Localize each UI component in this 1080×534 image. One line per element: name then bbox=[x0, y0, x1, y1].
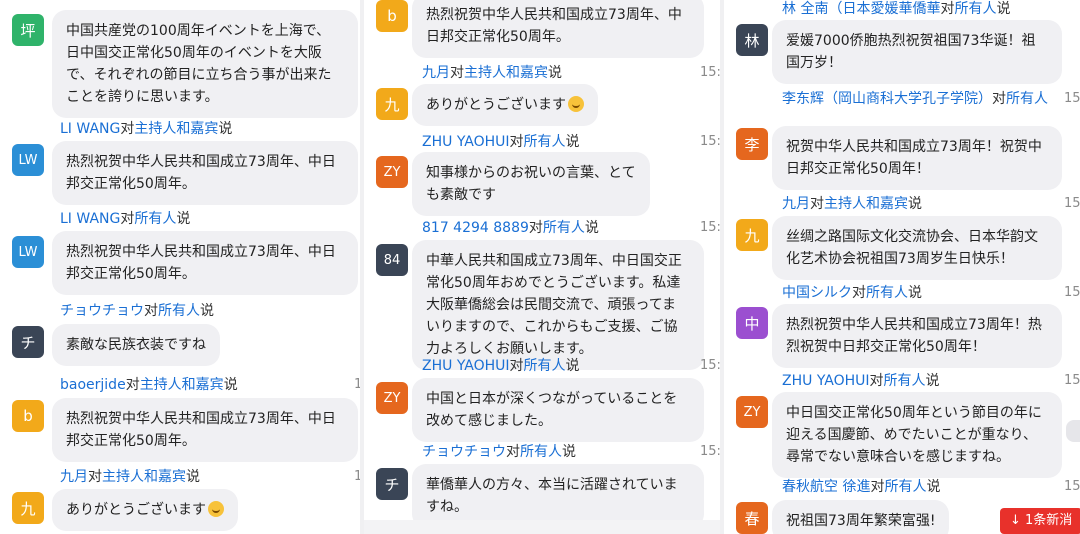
message-bubble: 热烈祝贺中华人民共和国成立73周年！热烈祝贺中日邦交正常化50周年！ bbox=[772, 304, 1062, 368]
message-sender[interactable]: 九月对主持人和嘉宾说 bbox=[422, 64, 562, 82]
message-bubble: 知事様からのお祝いの言葉、とても素敵です bbox=[412, 152, 650, 216]
message-time: 15: bbox=[700, 65, 720, 80]
message-bubble: 祝贺中华人民共和国成立73周年！祝贺中日邦交正常化50周年！ bbox=[772, 126, 1062, 190]
message-bubble: 祝祖国73周年繁荣富强! bbox=[772, 500, 950, 534]
message-sender[interactable]: 817 4294 8889对所有人说 bbox=[422, 219, 599, 237]
avatar: 九 bbox=[376, 88, 408, 120]
message-bubble: 中華人民共和国成立73周年、中日国交正常化50周年おめでとうございます。私達大阪… bbox=[412, 240, 704, 370]
chat-panel-1: 坪 中国共産党の100周年イベントを上海で、日中国交正常化50周年のイベントを大… bbox=[0, 0, 360, 534]
smile-emoji-icon bbox=[568, 96, 584, 112]
avatar: LW bbox=[12, 236, 44, 268]
avatar: b bbox=[376, 0, 408, 32]
message-time: 15: bbox=[700, 444, 720, 459]
message-sender[interactable]: baoerjide对主持人和嘉宾说 bbox=[60, 376, 238, 394]
message-bubble: 中日国交正常化50周年という節目の年に迎える国慶節、めでたいことが重なり、尋常で… bbox=[772, 392, 1062, 478]
partial-next-message bbox=[364, 520, 720, 534]
message-time: 15 bbox=[1064, 373, 1080, 388]
avatar: 84 bbox=[376, 244, 408, 276]
avatar: 林 bbox=[736, 24, 768, 56]
message-sender[interactable]: 九月对主持人和嘉宾说 bbox=[782, 195, 922, 213]
message-sender[interactable]: チョウチョウ对所有人说 bbox=[60, 302, 214, 320]
avatar: チ bbox=[12, 326, 44, 358]
collapse-handle[interactable] bbox=[1066, 420, 1080, 442]
message-time: 15: bbox=[700, 134, 720, 149]
chat-panel-3: 林 全南（日本愛媛華僑華对所有人说 林 爱媛7000侨胞热烈祝贺祖国73华诞！祖… bbox=[724, 0, 1080, 534]
smile-emoji-icon bbox=[208, 501, 224, 517]
message-bubble: 热烈祝贺中华人民共和国成立73周年、中日邦交正常化50周年。 bbox=[52, 141, 358, 205]
message-sender[interactable]: 李东辉（岡山商科大学孔子学院）对所有人 bbox=[782, 90, 1048, 108]
message-sender[interactable]: 中国シルク对所有人说 bbox=[782, 284, 922, 302]
avatar: チ bbox=[376, 468, 408, 500]
message-time: 15: bbox=[700, 358, 720, 373]
message-bubble: 热烈祝贺中华人民共和国成立73周年、中日邦交正常化50周年。 bbox=[52, 398, 358, 462]
avatar: ZY bbox=[376, 382, 408, 414]
message-time: 15 bbox=[1064, 91, 1080, 106]
message-bubble: 華僑華人の方々、本当に活躍されていますね。 bbox=[412, 464, 704, 528]
message-sender[interactable]: LI WANG对所有人说 bbox=[60, 210, 190, 228]
message-bubble: 热烈祝贺中华人民共和国成立73周年、中日邦交正常化50周年。 bbox=[52, 231, 358, 295]
message-bubble: ありがとうございます bbox=[412, 84, 598, 126]
message-bubble: 素敵な民族衣装ですね bbox=[52, 324, 220, 366]
message-sender[interactable]: チョウチョウ对所有人说 bbox=[422, 443, 576, 461]
avatar: b bbox=[12, 400, 44, 432]
avatar: ZY bbox=[736, 396, 768, 428]
message-time: 15 bbox=[1064, 479, 1080, 494]
message-time: 15: bbox=[700, 220, 720, 235]
avatar: ZY bbox=[376, 156, 408, 188]
chat-panel-2: b 热烈祝贺中华人民共和国成立73周年、中日邦交正常化50周年。 九月对主持人和… bbox=[364, 0, 720, 534]
avatar: 坪 bbox=[12, 14, 44, 46]
avatar: 春 bbox=[736, 502, 768, 534]
message-bubble: 中国共産党の100周年イベントを上海で、日中国交正常化50周年のイベントを大阪で… bbox=[52, 10, 358, 118]
avatar: LW bbox=[12, 144, 44, 176]
new-messages-button[interactable]: ↓ 1条新消 bbox=[1000, 508, 1080, 534]
message-time: 15 bbox=[1064, 196, 1080, 211]
message-bubble: 爱媛7000侨胞热烈祝贺祖国73华诞！祖国万岁！ bbox=[772, 20, 1062, 84]
avatar: 九 bbox=[736, 219, 768, 251]
message-bubble: 热烈祝贺中华人民共和国成立73周年、中日邦交正常化50周年。 bbox=[412, 0, 704, 58]
message-time: 15 bbox=[1064, 285, 1080, 300]
message-sender[interactable]: 九月对主持人和嘉宾说 bbox=[60, 468, 200, 486]
message-bubble: ありがとうございます bbox=[52, 489, 238, 531]
message-bubble: 中国と日本が深くつながっていることを改めて感じました。 bbox=[412, 378, 704, 442]
avatar: 中 bbox=[736, 307, 768, 339]
avatar: 李 bbox=[736, 128, 768, 160]
message-sender[interactable]: LI WANG对主持人和嘉宾说 bbox=[60, 120, 232, 138]
message-bubble: 丝绸之路国际文化交流协会、日本华韵文化艺术协会祝祖国73周岁生日快乐！ bbox=[772, 216, 1062, 280]
message-sender[interactable]: 林 全南（日本愛媛華僑華对所有人说 bbox=[782, 0, 1010, 18]
message-sender[interactable]: ZHU YAOHUI对所有人说 bbox=[782, 372, 940, 390]
message-sender[interactable]: 春秋航空 徐進对所有人说 bbox=[782, 478, 940, 496]
avatar: 九 bbox=[12, 492, 44, 524]
message-sender[interactable]: ZHU YAOHUI对所有人说 bbox=[422, 357, 580, 375]
message-sender[interactable]: ZHU YAOHUI对所有人说 bbox=[422, 133, 580, 151]
